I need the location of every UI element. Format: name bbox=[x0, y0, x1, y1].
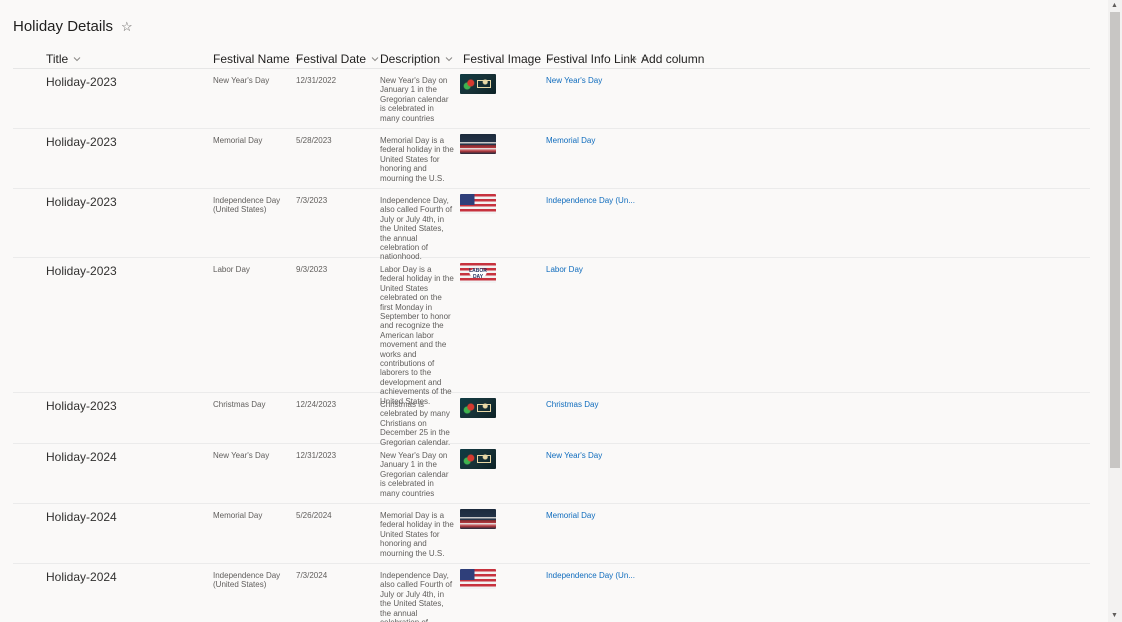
row-title[interactable]: Holiday-2023 bbox=[46, 75, 117, 89]
plus-icon: + bbox=[630, 52, 638, 66]
column-header-festival-image-label: Festival Image bbox=[463, 52, 542, 66]
column-header-festival-info-link-label: Festival Info Link bbox=[546, 52, 637, 66]
row-title[interactable]: Holiday-2024 bbox=[46, 450, 117, 464]
table-row[interactable]: Holiday-2023 Christmas Day 12/24/2023 Ch… bbox=[13, 393, 1090, 447]
favorite-star-icon[interactable]: ☆ bbox=[121, 20, 133, 33]
festival-image-thumbnail[interactable] bbox=[460, 74, 496, 94]
festival-info-link[interactable]: Christmas Day bbox=[546, 400, 598, 409]
column-header-title-label: Title bbox=[46, 52, 69, 66]
row-description: Independence Day, also called Fourth of … bbox=[380, 571, 453, 622]
row-title[interactable]: Holiday-2023 bbox=[46, 195, 117, 209]
column-header-festival-image[interactable]: Festival Image bbox=[463, 52, 554, 66]
add-column-button[interactable]: + Add column bbox=[630, 52, 704, 66]
scrollbar-thumb[interactable] bbox=[1110, 12, 1120, 468]
column-header-festival-name-label: Festival Name bbox=[213, 52, 290, 66]
row-festival-date: 12/31/2022 bbox=[296, 76, 337, 85]
column-header-festival-date-label: Festival Date bbox=[296, 52, 367, 66]
row-festival-name: Memorial Day bbox=[213, 136, 263, 145]
chevron-down-icon bbox=[73, 57, 81, 62]
row-description: Christmas is celebrated by many Christia… bbox=[380, 400, 451, 447]
chevron-down-icon bbox=[371, 57, 379, 62]
table-row[interactable]: Holiday-2023 Independence Day (United St… bbox=[13, 189, 1090, 261]
row-title[interactable]: Holiday-2023 bbox=[46, 135, 117, 149]
festival-image-thumbnail[interactable] bbox=[460, 449, 496, 469]
festival-image-thumbnail[interactable] bbox=[460, 398, 496, 418]
row-festival-name: Christmas Day bbox=[213, 400, 266, 409]
title-row: Holiday Details ☆ bbox=[13, 18, 133, 35]
row-festival-name: Memorial Day bbox=[213, 511, 263, 520]
list-page: Holiday Details ☆ Title Festival Name Fe… bbox=[0, 0, 1108, 622]
list-rows: Holiday-2023 New Year's Day 12/31/2022 N… bbox=[13, 69, 1090, 622]
column-header-description[interactable]: Description bbox=[380, 52, 453, 66]
row-festival-date: 7/3/2024 bbox=[296, 571, 328, 580]
row-description: Memorial Day is a federal holiday in the… bbox=[380, 511, 454, 558]
row-title[interactable]: Holiday-2024 bbox=[46, 570, 117, 584]
festival-info-link[interactable]: Memorial Day bbox=[546, 511, 595, 520]
festival-image-thumbnail[interactable] bbox=[460, 194, 496, 214]
festival-info-link[interactable]: Independence Day (Un... bbox=[546, 196, 635, 205]
scroll-down-arrow-icon[interactable]: ▼ bbox=[1111, 612, 1118, 620]
chevron-down-icon bbox=[445, 57, 453, 62]
row-festival-date: 12/31/2023 bbox=[296, 451, 337, 460]
festival-info-link[interactable]: Independence Day (Un... bbox=[546, 571, 635, 580]
row-description: Memorial Day is a federal holiday in the… bbox=[380, 136, 454, 183]
festival-info-link[interactable]: Memorial Day bbox=[546, 136, 595, 145]
festival-image-thumbnail[interactable] bbox=[460, 263, 496, 283]
festival-info-link[interactable]: New Year's Day bbox=[546, 76, 602, 85]
row-title[interactable]: Holiday-2023 bbox=[46, 399, 117, 413]
column-header-festival-date[interactable]: Festival Date bbox=[296, 52, 379, 66]
column-header-festival-name[interactable]: Festival Name bbox=[213, 52, 303, 66]
row-description: Independence Day, also called Fourth of … bbox=[380, 196, 453, 262]
row-festival-name: Independence Day (United States) bbox=[213, 571, 281, 590]
table-row[interactable]: Holiday-2023 Memorial Day 5/28/2023 Memo… bbox=[13, 129, 1090, 189]
row-festival-date: 9/3/2023 bbox=[296, 265, 328, 274]
row-festival-date: 7/3/2023 bbox=[296, 196, 328, 205]
table-row[interactable]: Holiday-2024 Memorial Day 5/26/2024 Memo… bbox=[13, 504, 1090, 564]
table-row[interactable]: Holiday-2023 New Year's Day 12/31/2022 N… bbox=[13, 69, 1090, 129]
page-title: Holiday Details bbox=[13, 18, 114, 35]
row-description: New Year's Day on January 1 in the Grego… bbox=[380, 451, 449, 498]
festival-image-thumbnail[interactable] bbox=[460, 569, 496, 589]
row-festival-date: 5/26/2024 bbox=[296, 511, 332, 520]
festival-info-link[interactable]: New Year's Day bbox=[546, 451, 602, 460]
row-festival-name: New Year's Day bbox=[213, 451, 270, 460]
festival-image-thumbnail[interactable] bbox=[460, 509, 496, 529]
row-description: Labor Day is a federal holiday in the Un… bbox=[380, 265, 454, 406]
vertical-scrollbar[interactable]: ▲ ▼ bbox=[1108, 0, 1122, 622]
row-festival-date: 12/24/2023 bbox=[296, 400, 337, 409]
table-row[interactable]: Holiday-2024 Independence Day (United St… bbox=[13, 564, 1090, 622]
column-header-description-label: Description bbox=[380, 52, 441, 66]
row-festival-name: New Year's Day bbox=[213, 76, 270, 85]
column-header-row: Title Festival Name Festival Date Descri… bbox=[13, 48, 1090, 69]
table-row[interactable]: Holiday-2023 Labor Day 9/3/2023 Labor Da… bbox=[13, 258, 1090, 406]
row-festival-name: Labor Day bbox=[213, 265, 250, 274]
add-column-label: Add column bbox=[641, 52, 705, 66]
festival-image-thumbnail[interactable] bbox=[460, 134, 496, 154]
table-row[interactable]: Holiday-2024 New Year's Day 12/31/2023 N… bbox=[13, 444, 1090, 504]
festival-info-link[interactable]: Labor Day bbox=[546, 265, 583, 274]
row-festival-name: Independence Day (United States) bbox=[213, 196, 281, 215]
row-title[interactable]: Holiday-2023 bbox=[46, 264, 117, 278]
row-festival-date: 5/28/2023 bbox=[296, 136, 332, 145]
column-header-title[interactable]: Title bbox=[46, 52, 81, 66]
row-title[interactable]: Holiday-2024 bbox=[46, 510, 117, 524]
scroll-up-arrow-icon[interactable]: ▲ bbox=[1111, 2, 1118, 10]
row-description: New Year's Day on January 1 in the Grego… bbox=[380, 76, 449, 123]
